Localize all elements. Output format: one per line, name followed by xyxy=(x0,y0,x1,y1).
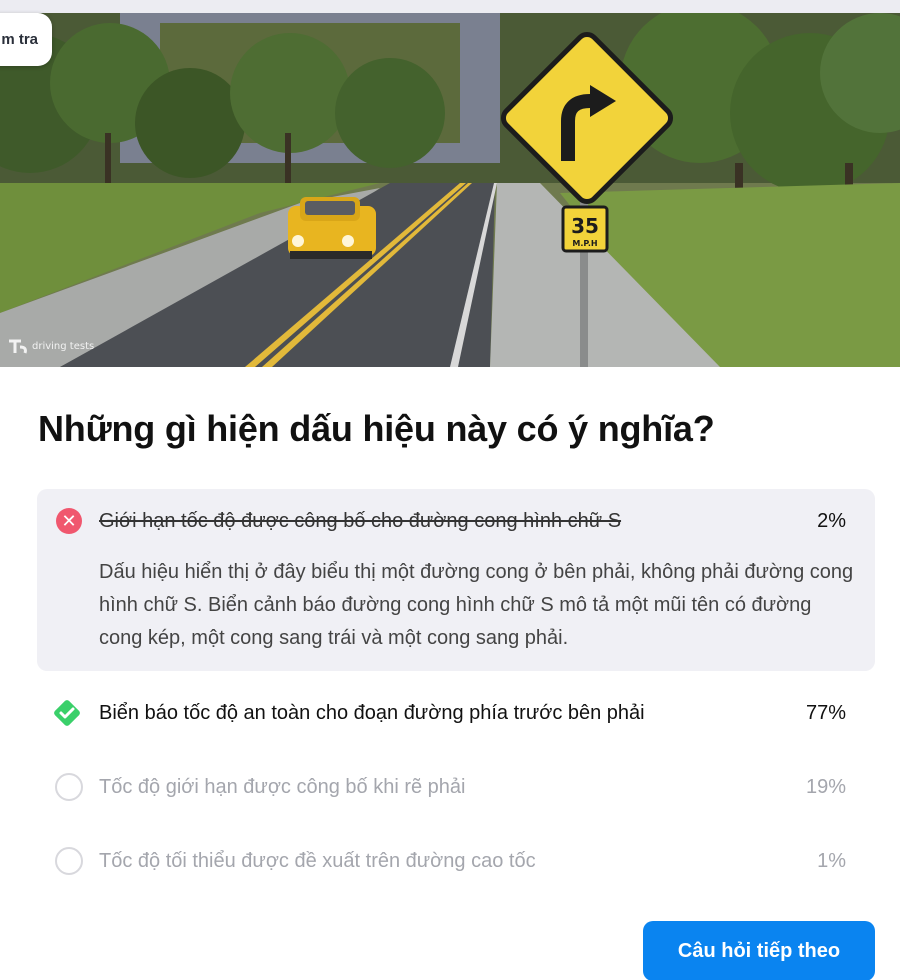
answer-option-2[interactable] xyxy=(50,696,84,730)
answer-option-1-percent: 2% xyxy=(817,510,846,532)
radio-empty-icon xyxy=(55,847,83,875)
exam-tab[interactable]: m tra xyxy=(0,13,52,66)
answer-option-3-percent: 19% xyxy=(805,776,846,798)
next-question-button[interactable]: Câu hỏi tiếp theo xyxy=(643,921,875,980)
answer-option-2-percent: 77% xyxy=(805,702,846,724)
driving-tests-logo-icon xyxy=(9,339,27,354)
question-title: Những gì hiện dấu hiệu này có ý nghĩa? xyxy=(38,408,715,449)
radio-empty-icon xyxy=(55,773,83,801)
sign-speed-text: 35 xyxy=(571,214,599,238)
top-strip xyxy=(0,0,900,13)
answer-explanation: Dấu hiệu hiển thị ở đây biểu thị một đườ… xyxy=(99,561,854,649)
answer-option-3[interactable] xyxy=(55,773,83,801)
answer-option-1-row[interactable]: ✕ xyxy=(56,508,82,534)
sign-unit-text: M.P.H xyxy=(572,239,597,248)
watermark: driving tests xyxy=(8,337,94,355)
exam-tab-label: m tra xyxy=(1,31,38,48)
correct-check-icon xyxy=(50,696,84,730)
wrong-x-icon: ✕ xyxy=(56,508,82,534)
watermark-text: driving tests xyxy=(32,340,95,352)
answer-option-1-label: Giới hạn tốc độ được công bố cho đường c… xyxy=(99,510,622,532)
answer-option-3-label: Tốc độ giới hạn được công bố khi rẽ phải xyxy=(99,776,466,798)
answer-option-4-percent: 1% xyxy=(817,850,846,872)
answer-option-4[interactable] xyxy=(55,847,83,875)
answer-option-4-label: Tốc độ tối thiểu được đề xuất trên đường… xyxy=(99,850,536,872)
question-image: 35 M.P.H xyxy=(0,13,900,367)
answer-option-2-label: Biển báo tốc độ an toàn cho đoạn đường p… xyxy=(99,702,645,724)
